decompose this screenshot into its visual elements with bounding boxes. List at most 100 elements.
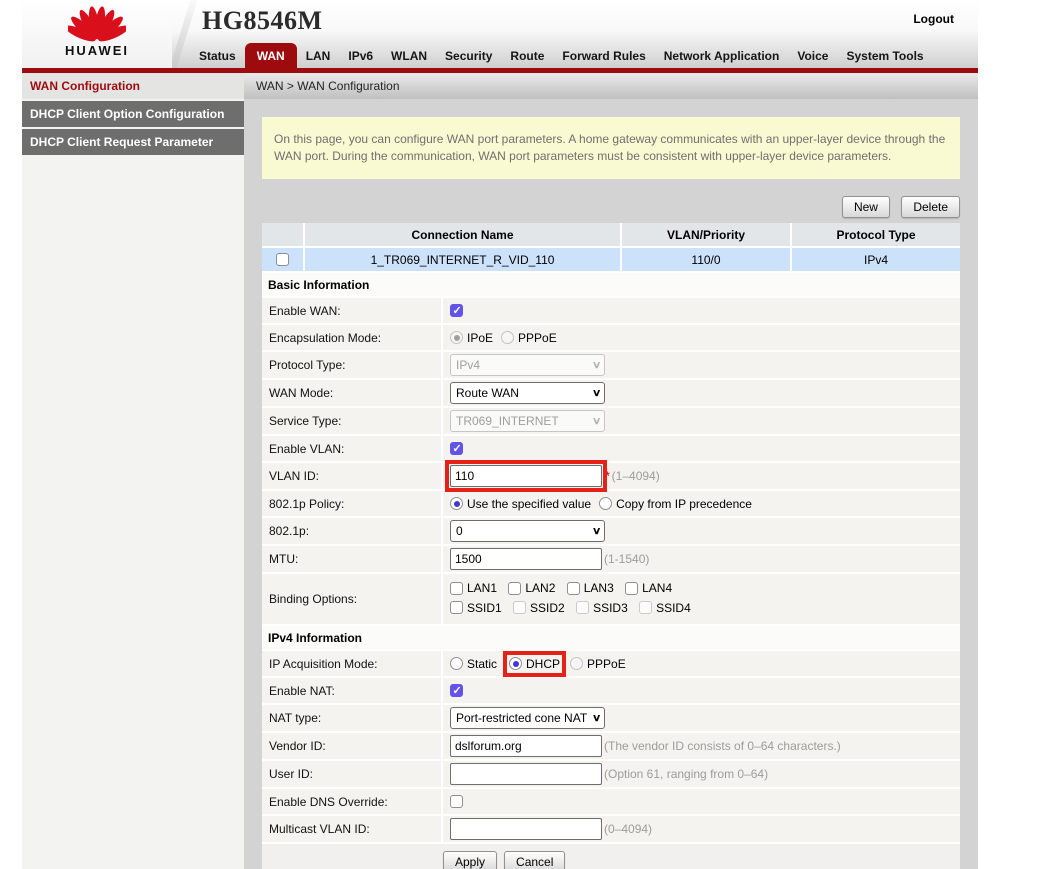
protocol-type-header: Protocol Type bbox=[792, 223, 960, 246]
pppoe-ip-radio bbox=[570, 657, 583, 670]
chevron-down-icon: ∨ bbox=[592, 713, 602, 724]
8021p-select[interactable]: 0∨ bbox=[450, 520, 605, 542]
form-row-binding-options: Binding Options: LAN1 LAN2 LAN3 LAN4 SSI… bbox=[262, 574, 960, 624]
main-nav: Status WAN LAN IPv6 WLAN Security Route … bbox=[190, 43, 933, 68]
chevron-down-icon: ∨ bbox=[592, 360, 602, 371]
cancel-button[interactable]: Cancel bbox=[504, 851, 565, 869]
tab-system-tools[interactable]: System Tools bbox=[837, 43, 932, 68]
page-title: HG8546M bbox=[202, 6, 323, 36]
binding-ssid-row: SSID1 SSID2 SSID3 SSID4 bbox=[450, 601, 699, 618]
connection-table-header: Connection Name VLAN/Priority Protocol T… bbox=[262, 223, 960, 246]
form-row-multicast-vlan-id: Multicast VLAN ID: (0–4094) bbox=[262, 816, 960, 842]
chevron-down-icon: ∨ bbox=[592, 526, 602, 537]
section-ipv4-information: IPv4 Information bbox=[262, 626, 960, 649]
nat-type-select[interactable]: Port-restricted cone NAT∨ bbox=[450, 707, 605, 729]
form-row-nat-type: NAT type: Port-restricted cone NAT∨ bbox=[262, 705, 960, 731]
sidebar: WAN Configuration DHCP Client Option Con… bbox=[22, 73, 244, 869]
ipoe-radio bbox=[450, 331, 463, 344]
form-row-service-type: Service Type: TR069_INTERNET∨ bbox=[262, 408, 960, 434]
lan2-checkbox[interactable] bbox=[508, 582, 521, 595]
form-row-encapsulation-mode: Encapsulation Mode: IPoE PPPoE bbox=[262, 325, 960, 350]
service-type-select: TR069_INTERNET∨ bbox=[450, 410, 605, 432]
new-button[interactable]: New bbox=[842, 196, 890, 218]
huawei-flower-icon bbox=[68, 2, 126, 42]
wan-mode-select[interactable]: Route WAN∨ bbox=[450, 382, 605, 404]
tab-wan[interactable]: WAN bbox=[245, 43, 297, 68]
tab-route[interactable]: Route bbox=[501, 43, 553, 68]
sidebar-item-dhcp-client-request-parameter[interactable]: DHCP Client Request Parameter bbox=[22, 129, 244, 155]
user-id-hint: (Option 61, ranging from 0–64) bbox=[604, 767, 768, 781]
vlan-id-input[interactable] bbox=[450, 465, 602, 487]
connection-table-row: 1_TR069_INTERNET_R_VID_110 110/0 IPv4 bbox=[262, 248, 960, 271]
mtu-hint: (1-1540) bbox=[604, 552, 649, 566]
tab-wlan[interactable]: WLAN bbox=[382, 43, 436, 68]
tab-forward-rules[interactable]: Forward Rules bbox=[553, 43, 654, 68]
tab-status[interactable]: Status bbox=[190, 43, 245, 68]
huawei-brand-text: HUAWEI bbox=[65, 43, 129, 58]
pppoe-encap-radio bbox=[501, 331, 514, 344]
router-admin-page: HUAWEI HG8546M Logout Status WAN LAN IPv… bbox=[22, 0, 1038, 869]
header: HUAWEI HG8546M Logout Status WAN LAN IPv… bbox=[22, 0, 978, 68]
form-row-8021p-policy: 802.1p Policy: Use the specified value C… bbox=[262, 491, 960, 516]
form-row-enable-nat: Enable NAT: bbox=[262, 678, 960, 703]
enable-dns-override-checkbox[interactable] bbox=[450, 795, 463, 808]
connection-name-header: Connection Name bbox=[305, 223, 620, 246]
tab-lan[interactable]: LAN bbox=[297, 43, 340, 68]
breadcrumb: WAN > WAN Configuration bbox=[244, 73, 978, 99]
lan1-checkbox[interactable] bbox=[450, 582, 463, 595]
tab-voice[interactable]: Voice bbox=[788, 43, 837, 68]
multicast-vlan-id-input[interactable] bbox=[450, 818, 602, 840]
tab-ipv6[interactable]: IPv6 bbox=[339, 43, 382, 68]
form-row-protocol-type: Protocol Type: IPv4∨ bbox=[262, 352, 960, 378]
required-asterisk: * bbox=[605, 469, 610, 483]
form-row-vlan-id: VLAN ID: *(1–4094) bbox=[262, 463, 960, 489]
chevron-down-icon: ∨ bbox=[592, 388, 602, 399]
mtu-input[interactable] bbox=[450, 548, 602, 570]
body-layout: WAN Configuration DHCP Client Option Con… bbox=[22, 73, 978, 869]
delete-button[interactable]: Delete bbox=[901, 196, 960, 218]
apply-button[interactable]: Apply bbox=[443, 851, 497, 869]
binding-lan-row: LAN1 LAN2 LAN3 LAN4 bbox=[450, 581, 680, 598]
lan3-checkbox[interactable] bbox=[567, 582, 580, 595]
enable-nat-checkbox[interactable] bbox=[450, 684, 463, 697]
select-column-header bbox=[262, 223, 303, 246]
ssid3-checkbox bbox=[576, 601, 589, 614]
dhcp-radio[interactable] bbox=[509, 657, 522, 670]
connection-name-cell: 1_TR069_INTERNET_R_VID_110 bbox=[305, 248, 620, 271]
enable-vlan-checkbox[interactable] bbox=[450, 442, 463, 455]
tab-security[interactable]: Security bbox=[436, 43, 501, 68]
vlan-priority-header: VLAN/Priority bbox=[622, 223, 790, 246]
user-id-input[interactable] bbox=[450, 763, 602, 785]
lan4-checkbox[interactable] bbox=[625, 582, 638, 595]
form-row-enable-vlan: Enable VLAN: bbox=[262, 436, 960, 461]
enable-wan-checkbox[interactable] bbox=[450, 304, 463, 317]
multicast-vlan-id-hint: (0–4094) bbox=[604, 822, 652, 836]
connection-row-checkbox[interactable] bbox=[276, 253, 289, 266]
tab-network-application[interactable]: Network Application bbox=[655, 43, 789, 68]
ssid1-checkbox[interactable] bbox=[450, 601, 463, 614]
form-row-user-id: User ID: (Option 61, ranging from 0–64) bbox=[262, 761, 960, 787]
wan-configuration-table: Connection Name VLAN/Priority Protocol T… bbox=[262, 223, 960, 869]
content-area: On this page, you can configure WAN port… bbox=[244, 99, 978, 869]
sidebar-item-dhcp-client-option-configuration[interactable]: DHCP Client Option Configuration bbox=[22, 101, 244, 127]
form-row-vendor-id: Vendor ID: (The vendor ID consists of 0–… bbox=[262, 733, 960, 759]
copy-from-ip-precedence-radio[interactable] bbox=[599, 497, 612, 510]
form-row-enable-dns-override: Enable DNS Override: bbox=[262, 789, 960, 814]
use-specified-value-radio[interactable] bbox=[450, 497, 463, 510]
chevron-down-icon: ∨ bbox=[592, 416, 602, 427]
ssid2-checkbox bbox=[513, 601, 526, 614]
vendor-id-input[interactable] bbox=[450, 735, 602, 757]
sidebar-item-wan-configuration[interactable]: WAN Configuration bbox=[22, 73, 244, 99]
static-radio[interactable] bbox=[450, 657, 463, 670]
form-row-enable-wan: Enable WAN: bbox=[262, 298, 960, 323]
form-row-ip-acquisition-mode: IP Acquisition Mode: Static DHCP PPPoE bbox=[262, 651, 960, 676]
form-row-mtu: MTU: (1-1540) bbox=[262, 546, 960, 572]
logout-link[interactable]: Logout bbox=[913, 12, 954, 26]
form-row-wan-mode: WAN Mode: Route WAN∨ bbox=[262, 380, 960, 406]
protocol-type-select: IPv4∨ bbox=[450, 354, 605, 376]
vendor-id-hint: (The vendor ID consists of 0–64 characte… bbox=[604, 739, 841, 753]
table-toolbar: New Delete bbox=[262, 196, 960, 218]
ssid4-checkbox bbox=[639, 601, 652, 614]
main-panel: WAN > WAN Configuration On this page, yo… bbox=[244, 73, 978, 869]
section-basic-information: Basic Information bbox=[262, 273, 960, 296]
